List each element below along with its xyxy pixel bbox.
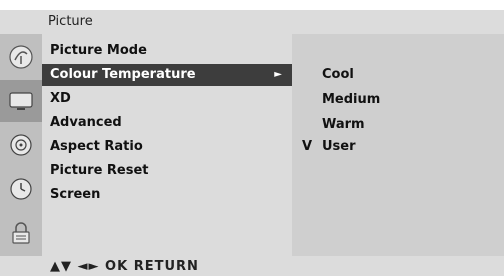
- category-setup[interactable]: [0, 36, 42, 78]
- option-label: Medium: [322, 92, 381, 107]
- category-audio[interactable]: [0, 124, 42, 166]
- menu-item-xd[interactable]: XD: [42, 88, 292, 110]
- menu-item-aspect-ratio[interactable]: Aspect Ratio: [42, 136, 292, 158]
- colour-temperature-submenu: Cool Medium Warm V User: [292, 34, 504, 256]
- option-label: User: [322, 139, 356, 154]
- clock-icon: [10, 178, 32, 200]
- submenu-option-user[interactable]: V User: [292, 136, 504, 158]
- selected-check-icon: V: [302, 139, 313, 154]
- category-lock[interactable]: [0, 212, 42, 254]
- option-label: Warm: [322, 117, 365, 132]
- submenu-option-medium[interactable]: Medium: [292, 89, 504, 111]
- menu-item-screen[interactable]: Screen: [42, 184, 292, 206]
- menu-item-label: Aspect Ratio: [50, 139, 143, 154]
- page-title: Picture: [48, 14, 93, 29]
- submenu-option-warm[interactable]: Warm: [292, 114, 504, 136]
- audio-disc-icon: [10, 134, 32, 156]
- submenu-option-cool[interactable]: Cool: [292, 64, 504, 86]
- submenu-arrow-icon: ►: [274, 69, 282, 80]
- satellite-dish-icon: [9, 45, 33, 69]
- category-time[interactable]: [0, 168, 42, 210]
- menu-item-label: Picture Mode: [50, 43, 147, 58]
- osd-menu: Picture Mode Colour Temperature ► XD Adv…: [0, 34, 504, 256]
- lock-icon: [12, 222, 30, 244]
- category-icon-bar: [0, 34, 42, 256]
- option-label: Cool: [322, 67, 354, 82]
- menu-item-label: Picture Reset: [50, 163, 149, 178]
- menu-header: Picture: [0, 10, 504, 34]
- menu-item-label: Colour Temperature: [50, 67, 196, 82]
- category-picture[interactable]: [0, 80, 42, 122]
- navigation-hint-bar: ▲▼ ◄► OK RETURN: [0, 256, 504, 276]
- menu-item-label: Screen: [50, 187, 101, 202]
- picture-menu-list: Picture Mode Colour Temperature ► XD Adv…: [42, 34, 292, 256]
- menu-item-picture-mode[interactable]: Picture Mode: [42, 40, 292, 62]
- navigation-hint: ▲▼ ◄► OK RETURN: [50, 259, 199, 274]
- menu-item-colour-temperature[interactable]: Colour Temperature ►: [42, 64, 292, 86]
- tv-screen-icon: [9, 92, 33, 110]
- menu-item-label: Advanced: [50, 115, 122, 130]
- menu-item-picture-reset[interactable]: Picture Reset: [42, 160, 292, 182]
- menu-item-label: XD: [50, 91, 71, 106]
- menu-item-advanced[interactable]: Advanced: [42, 112, 292, 134]
